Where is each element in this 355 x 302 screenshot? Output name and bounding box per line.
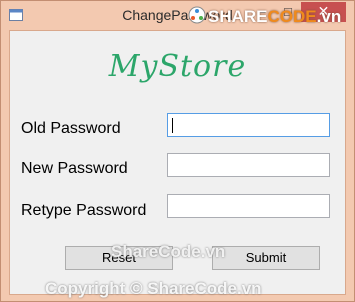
watermark-top-prefix: SHARE	[208, 7, 268, 26]
watermark-middle: ShareCode.vn	[111, 242, 226, 261]
watermark-top-accent: CODE	[267, 7, 317, 26]
title-bar[interactable]: ChangePassword – □ ✕ SHARECODE.vn	[1, 1, 354, 30]
change-password-window: ChangePassword – □ ✕ SHARECODE.vn MyStor…	[0, 0, 355, 302]
watermark-top: SHARECODE.vn	[208, 7, 341, 27]
watermark-bottom: Copyright © ShareCode.vn	[45, 279, 262, 298]
watermark-top-suffix: .vn	[316, 7, 342, 26]
submit-button[interactable]: Submit	[212, 246, 320, 270]
old-password-label: Old Password	[21, 120, 121, 137]
text-caret	[172, 118, 173, 133]
new-password-label: New Password	[21, 160, 128, 177]
retype-password-field[interactable]	[167, 194, 330, 218]
sharecode-logo-icon	[188, 6, 206, 24]
new-password-field[interactable]	[167, 153, 330, 177]
brand-title: MyStore	[108, 49, 247, 84]
retype-password-label: Retype Password	[21, 202, 147, 219]
old-password-field[interactable]	[167, 113, 330, 137]
